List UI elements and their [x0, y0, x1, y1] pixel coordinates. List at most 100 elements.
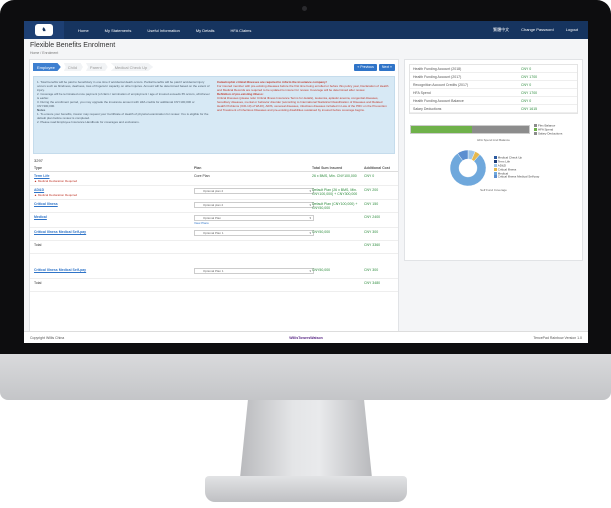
summary-table: Health Funding Account (2018) CNY 0 Healt… [409, 64, 578, 114]
chevron-down-icon: ▾ [309, 231, 311, 235]
step-bar: Employee Child Parent Medical Check Up «… [30, 60, 398, 74]
main-content: Employee Child Parent Medical Check Up «… [24, 55, 588, 343]
additional-cost: CNY 2400 [364, 215, 381, 219]
summary-value: CNY 1700 [521, 90, 538, 95]
logout-link[interactable]: Logout [566, 27, 578, 33]
step-employee[interactable]: Employee [33, 63, 61, 71]
view-plans-link[interactable]: View Plans [194, 221, 312, 225]
header-additional-cost: Additional Cost [364, 166, 390, 170]
plan-select-value: Optional Plan 1 [203, 231, 224, 235]
footer: Copyright Willis China WillisTowersWatso… [24, 331, 588, 343]
spend-bar [410, 125, 530, 135]
plan-text: Core Plan [194, 174, 210, 178]
sum-insured: CNY50,000 [312, 268, 331, 272]
change-password-link[interactable]: Change Password [521, 27, 554, 33]
nav-my-details[interactable]: My Details [188, 28, 223, 33]
notice-line: 2. Coverage will be terminated once paym… [37, 92, 210, 100]
title-bar: Flexible Benefits Enrolment Home / Enrol… [24, 39, 588, 55]
warning-text: Medical Declaration Required [37, 179, 78, 183]
language-toggle[interactable]: 繁體中文 [493, 27, 509, 33]
legend-swatch [534, 127, 537, 131]
medical-declaration-warning: ▲ Medical Declaration Required [34, 179, 78, 183]
step-medical-check-up[interactable]: Medical Check Up [110, 63, 154, 71]
legend-swatch [493, 156, 497, 159]
previous-button[interactable]: « Previous [354, 63, 377, 71]
notice-line: 2. Please read Employee Insurance Handbo… [37, 120, 140, 124]
chevron-down-icon: ▾ [309, 189, 311, 193]
coverage-chart: Medical Check Up Term Life AD&D Critical Il… [405, 148, 582, 188]
page-title: Flexible Benefits Enrolment [30, 42, 116, 49]
nav-right: 繁體中文 Change Password Logout [493, 27, 588, 33]
nav-useful-information[interactable]: Useful Information [139, 28, 187, 33]
ci-medical-selfpay-link[interactable]: Critical Illness Medical Self-pay [34, 268, 194, 272]
critical-illness-link[interactable]: Critical Illness [34, 202, 194, 206]
add-d-link[interactable]: AD&D [34, 188, 194, 192]
additional-cost: CNY 150 [364, 202, 379, 206]
summary-value: CNY 0 [521, 82, 532, 87]
nav-menu: Home My Statements Useful Information My… [70, 28, 259, 33]
plan-select[interactable]: Optional Plan 1 ▾ [194, 230, 314, 236]
summary-value: CNY 0 [521, 98, 532, 103]
chevron-down-icon: ▾ [309, 269, 311, 273]
header-plan: Plan [194, 166, 202, 170]
nav-my-statements[interactable]: My Statements [97, 28, 140, 33]
medical-link[interactable]: Medical [34, 215, 194, 219]
notice-right: Catastrophic critical illnesses are requ… [217, 80, 391, 150]
table-header: Type Plan Total Sum Insured Additional C… [30, 165, 398, 172]
legend-swatch [534, 124, 537, 127]
plan-select[interactable]: Optional plan 2 ▾ [194, 188, 314, 194]
warning-text: Medical Declaration Required [37, 193, 78, 197]
chevron-down-icon: ▾ [309, 203, 311, 207]
nav-hfa-claims[interactable]: HFA Claims [223, 28, 260, 33]
notice-left: 1. Total benefits will be paid to benefi… [37, 80, 211, 150]
header-type: Type [34, 166, 42, 170]
step-child[interactable]: Child [63, 63, 83, 71]
summary-value: CNY 1700 [521, 74, 538, 79]
summary-value: CNY 0 [521, 66, 532, 71]
legend-label: Salary Deductions [538, 131, 563, 136]
summary-key: Recognition Account Credits (2017) [413, 82, 469, 87]
logo[interactable]: ♞ [24, 21, 64, 39]
summary-row: Recognition Account Credits (2017) CNY 0 [410, 81, 577, 89]
next-button[interactable]: Next » [378, 63, 395, 71]
bms-value: 3297 [34, 158, 43, 163]
plan-select[interactable]: Optional Plan 1 ▾ [194, 268, 314, 274]
term-life-link[interactable]: Term Life [34, 174, 194, 178]
sum-insured: Default Plan (CNY100,000) + CNY50,000 [312, 202, 358, 210]
legend-swatch [493, 159, 497, 163]
summary-row: Health Funding Account Balance CNY 0 [410, 97, 577, 105]
plan-select-value: Optional Plan [203, 216, 222, 220]
step-buttons: « Previous Next » [354, 63, 395, 71]
additional-cost: CNY 300 [364, 230, 379, 234]
sum-insured: CNY50,000 [312, 230, 331, 234]
table-row: Critical Illness Medical Self-pay Option… [30, 266, 398, 279]
plan-select-value: Optional plan 2 [203, 203, 224, 207]
legend-swatch [534, 131, 537, 135]
chevron-down-icon: ▾ [309, 216, 311, 220]
hfa-spend-chart: Flex Balance HFA Spend Salary Deductions H… [405, 118, 582, 142]
summary-row: Health Funding Account (2018) CNY 0 [410, 65, 577, 73]
notice-warning-body: For insured member with pre-existing dis… [217, 84, 389, 92]
coverage-donut [449, 149, 486, 186]
summary-key: Health Funding Account (2018) [413, 66, 462, 71]
notice-line: 1. To ensure your benefits, insurer may … [37, 112, 209, 120]
enrolment-panel: Employee Child Parent Medical Check Up «… [29, 59, 399, 343]
total-value: CNY 3480 [364, 281, 381, 285]
medical-declaration-warning: ▲ Medical Declaration Required [34, 193, 78, 197]
summary-row: Salary Deductions CNY 1615 [410, 105, 577, 113]
nav-home[interactable]: Home [70, 28, 97, 33]
legend-label: Critical Illness Medical Self-pay [497, 174, 540, 179]
notice-line: 3. During the enrollment period, you may… [37, 100, 195, 108]
monitor-bezel: ♞ Home My Statements Useful Information … [0, 0, 611, 354]
notice-line: 1. Total benefits will be paid to benefi… [37, 80, 210, 92]
footer-version: TencePad Rainbow Version 1.0 [533, 336, 582, 340]
plan-select[interactable]: Optional plan 2 ▾ [194, 202, 314, 208]
total-row: Total CNY 3480 [30, 279, 398, 292]
monitor-stand-base [205, 476, 407, 502]
plan-select-value: Optional plan 2 [203, 189, 224, 193]
legend-swatch [493, 175, 497, 179]
step-parent[interactable]: Parent [85, 63, 108, 71]
logo-icon: ♞ [35, 24, 53, 36]
ci-medical-selfpay-link[interactable]: Critical Illness Medical Self-pay [34, 230, 194, 234]
total-value: CNY 3360 [364, 243, 381, 247]
